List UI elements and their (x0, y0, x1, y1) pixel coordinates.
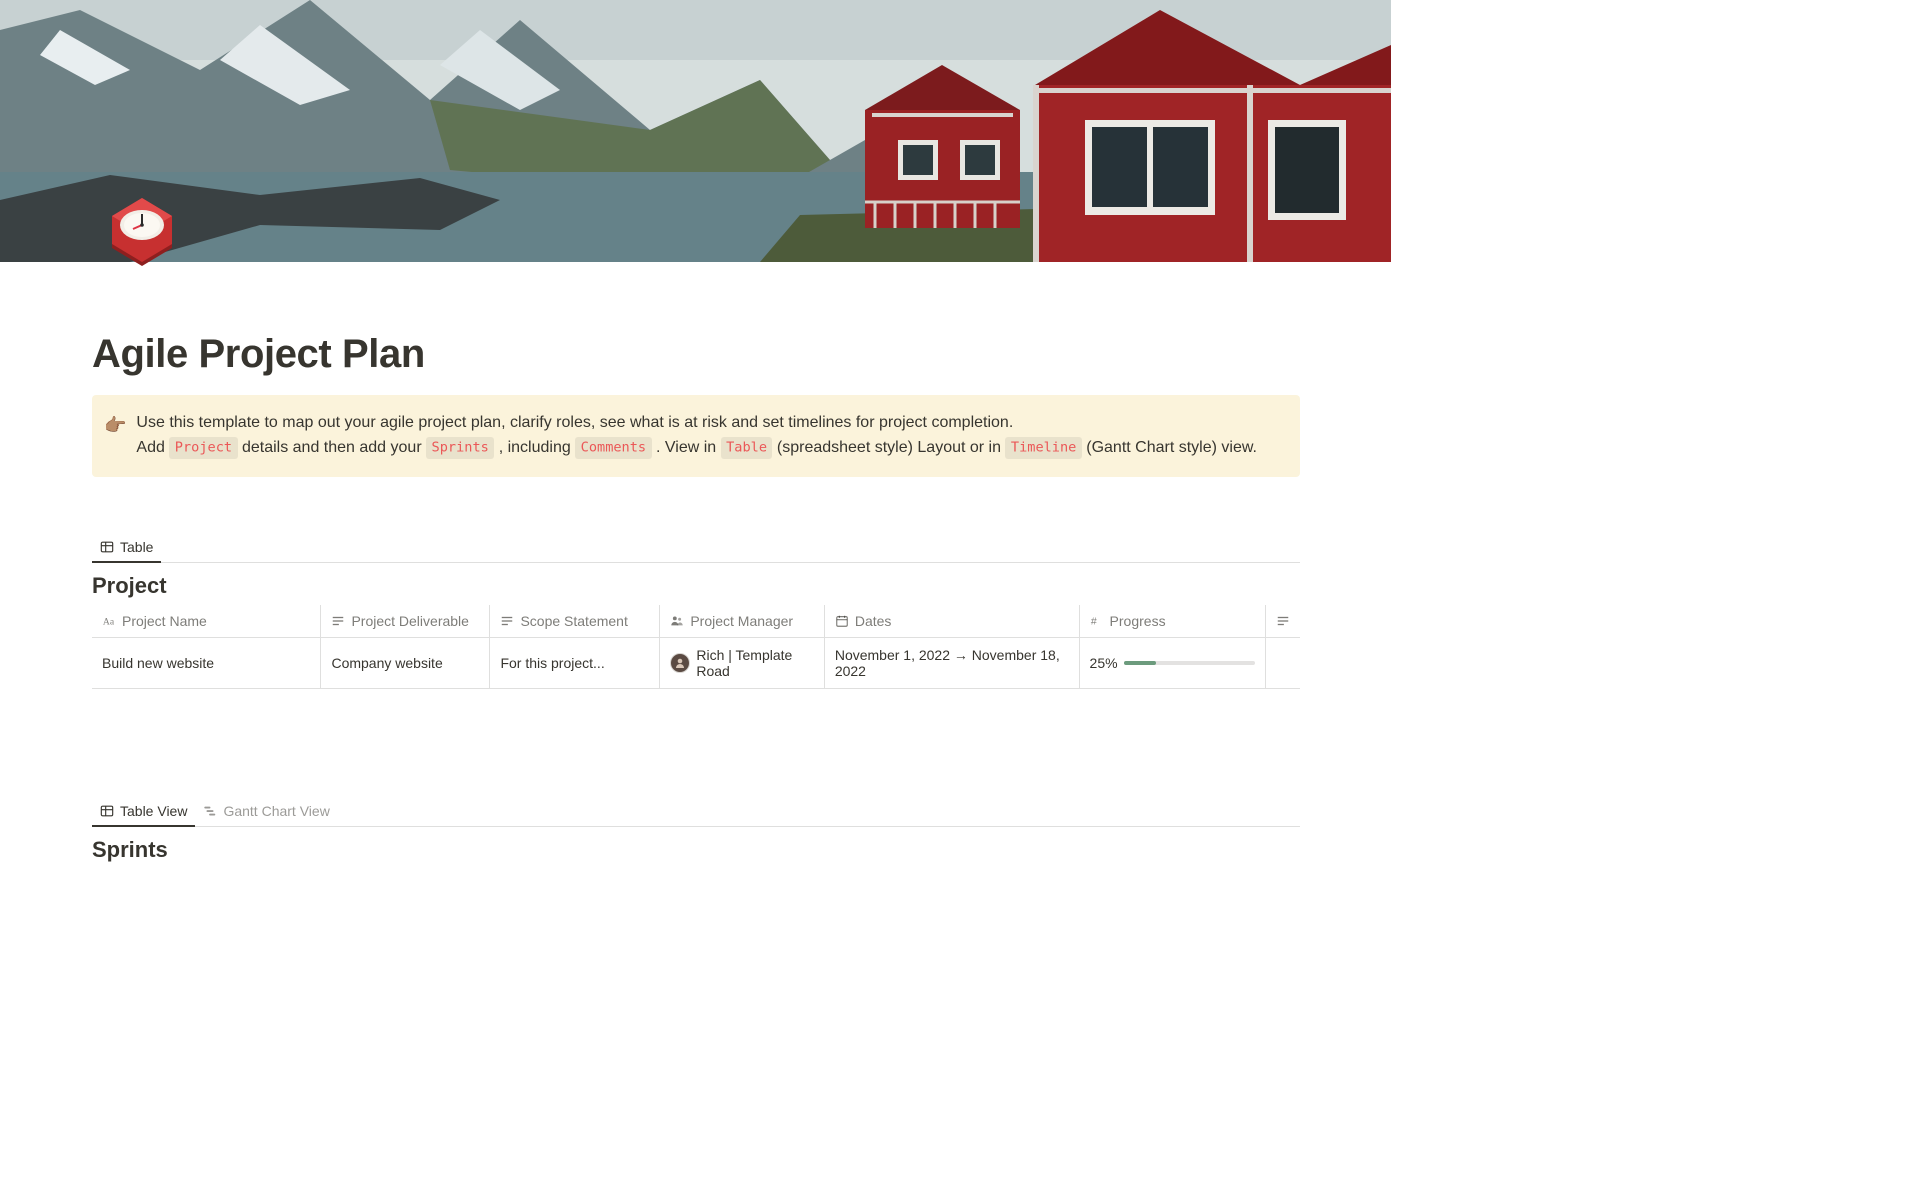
cell-project-deliverable[interactable]: Company website (321, 638, 490, 688)
progress-label: 25% (1090, 655, 1118, 671)
sprints-db-title[interactable]: Sprints (92, 837, 1300, 863)
page-icon-clock[interactable] (92, 188, 180, 281)
callout-box[interactable]: 👉🏽 Use this template to map out your agi… (92, 395, 1300, 477)
tab-sprints-gantt-view[interactable]: Gantt Chart View (195, 797, 337, 826)
cell-progress[interactable]: 25% (1080, 638, 1266, 688)
project-db-title[interactable]: Project (92, 573, 1300, 599)
th-extra-text[interactable] (1266, 605, 1300, 637)
code-project: Project (169, 437, 237, 458)
sprints-view-tabs: Table View Gantt Chart View (92, 797, 1300, 827)
title-icon: Aa (102, 614, 116, 628)
code-comments: Comments (575, 437, 651, 458)
th-scope-statement[interactable]: Scope Statement (490, 605, 660, 637)
person-icon (670, 614, 684, 628)
timeline-icon (203, 804, 217, 818)
code-timeline: Timeline (1005, 437, 1081, 458)
tab-project-table[interactable]: Table (92, 533, 161, 562)
project-table-row[interactable]: Build new website Company website For th… (92, 638, 1300, 689)
th-progress[interactable]: # Progress (1080, 605, 1266, 637)
cover-image (0, 0, 1391, 262)
code-table: Table (721, 437, 773, 458)
callout-text: Use this template to map out your agile … (136, 411, 1257, 461)
table-icon (100, 540, 114, 554)
th-project-deliverable[interactable]: Project Deliverable (321, 605, 490, 637)
code-sprints: Sprints (426, 437, 494, 458)
th-project-manager[interactable]: Project Manager (660, 605, 824, 637)
th-dates[interactable]: Dates (825, 605, 1080, 637)
svg-text:#: # (1090, 615, 1096, 627)
page-title[interactable]: Agile Project Plan (92, 262, 1300, 377)
project-view-tabs: Table (92, 533, 1300, 563)
tab-label: Table View (120, 803, 187, 819)
table-icon (100, 804, 114, 818)
tab-label: Gantt Chart View (223, 803, 329, 819)
svg-text:Aa: Aa (103, 616, 115, 627)
progress-bar (1124, 661, 1255, 665)
pointing-hand-icon: 👉🏽 (104, 411, 126, 461)
cell-project-manager[interactable]: Rich | Template Road (660, 638, 824, 688)
tab-sprints-table-view[interactable]: Table View (92, 797, 195, 826)
number-icon: # (1090, 614, 1104, 628)
cell-dates[interactable]: November 1, 2022 → November 18, 2022 (825, 638, 1080, 688)
text-icon (1276, 614, 1290, 628)
tab-label: Table (120, 539, 153, 555)
calendar-icon (835, 614, 849, 628)
th-project-name[interactable]: Aa Project Name (92, 605, 321, 637)
cell-project-name[interactable]: Build new website (92, 638, 321, 688)
project-table-header: Aa Project Name Project Deliverable Scop… (92, 605, 1300, 638)
avatar (670, 653, 690, 673)
cell-scope-statement[interactable]: For this project... (490, 638, 660, 688)
cell-extra[interactable] (1266, 638, 1300, 688)
text-icon (331, 614, 345, 628)
text-icon (500, 614, 514, 628)
